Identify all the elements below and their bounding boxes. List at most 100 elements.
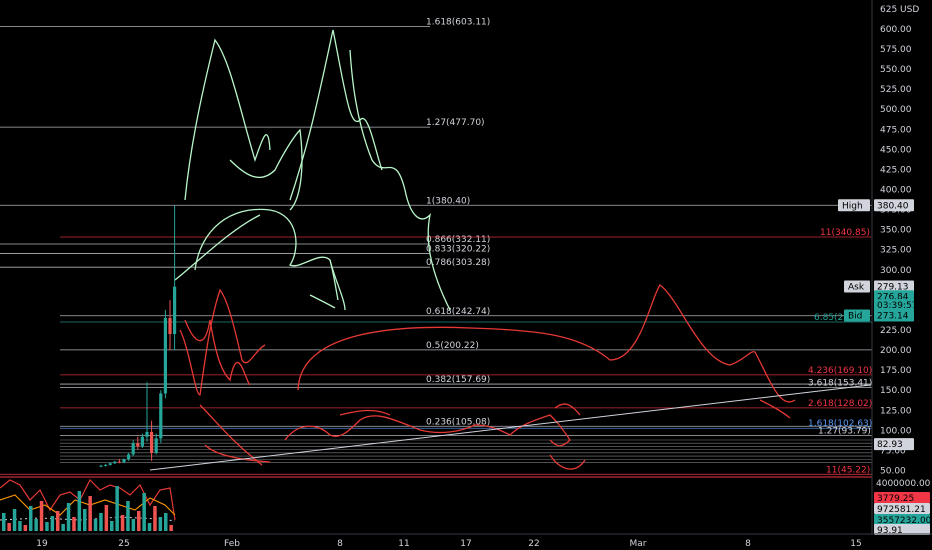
fib-level-label: 11(45.22) <box>826 465 870 475</box>
fib-level-label: 0.618(242.74) <box>426 307 490 317</box>
candle-body <box>127 454 131 460</box>
price-tick-label: 300.00 <box>880 266 912 276</box>
indicator-tag-value: 972581.21 <box>877 505 926 515</box>
volume-bar <box>153 506 157 531</box>
price-tick-label: 225.00 <box>880 326 912 336</box>
price-tick-label: 350.00 <box>880 226 912 236</box>
volume-bar <box>72 517 76 531</box>
price-tick-label: 600.00 <box>880 25 912 35</box>
volume-bar <box>18 521 22 531</box>
time-tick-label: 11 <box>398 539 409 549</box>
volume-bar <box>99 513 103 531</box>
volume-bar <box>50 516 55 531</box>
price-tag-label: Bid <box>848 312 862 322</box>
fib-level-label: 0.382(157.69) <box>426 375 490 385</box>
volume-bar <box>45 522 49 531</box>
time-tick-label: 8 <box>745 539 751 549</box>
chart-background <box>0 0 932 550</box>
price-tick-label: 150.00 <box>880 386 912 396</box>
fib-level-label: 1.618(603.11) <box>426 17 490 27</box>
volume-bar <box>137 511 141 531</box>
price-tick-label: 200.00 <box>880 346 912 356</box>
volume-bar <box>23 525 28 531</box>
price-tag-label: Ask <box>848 283 865 293</box>
price-tick-label: 125.00 <box>880 406 912 416</box>
candle-body <box>108 463 112 465</box>
volume-bar <box>115 486 119 531</box>
volume-bar <box>29 506 33 531</box>
volume-bar <box>88 496 92 531</box>
price-tick-label: 175.00 <box>880 366 912 376</box>
candle-body <box>159 393 163 439</box>
price-tick-label: 550.00 <box>880 65 912 75</box>
price-tick-label: 325.00 <box>880 246 912 256</box>
volume-bar <box>126 501 130 531</box>
fib-level-label: 2.618(128.02) <box>808 399 872 409</box>
volume-bar <box>110 521 114 531</box>
time-tick-label: Feb <box>224 539 240 549</box>
volume-bar <box>120 515 125 531</box>
fib-level-label: 0.866(332.11) <box>426 235 490 245</box>
volume-bar <box>169 525 173 531</box>
price-tag-label: High <box>842 201 863 211</box>
price-tag-value: 82.93 <box>877 440 903 450</box>
time-tick-label: 25 <box>118 539 129 549</box>
volume-bar <box>39 501 44 531</box>
fib-level-label: 0.833(320.22) <box>426 245 490 255</box>
volume-bar <box>131 519 136 531</box>
price-tick-label: 100.00 <box>880 426 912 436</box>
candle-body <box>104 464 108 466</box>
indicator-tag-value: 3779.25 <box>877 494 914 504</box>
price-tick-label: 475.00 <box>880 125 912 135</box>
time-tick-label: 17 <box>460 539 471 549</box>
candle-body <box>163 317 167 394</box>
price-tick-label: 450.00 <box>880 145 912 155</box>
candle-body <box>154 438 158 453</box>
time-tick-label: 15 <box>850 539 861 549</box>
price-tick-label: 425.00 <box>880 165 912 175</box>
candle-body <box>150 431 154 453</box>
volume-bar <box>61 524 65 531</box>
volume-bar <box>164 513 168 531</box>
price-tick-label: 525.00 <box>880 85 912 95</box>
volume-bar <box>83 509 87 531</box>
candle-body <box>136 443 140 447</box>
candle-body <box>168 317 172 335</box>
candle-body <box>140 436 144 447</box>
volume-bar <box>142 493 146 531</box>
fib-level-label: 0.5(200.22) <box>426 341 479 351</box>
volume-bar <box>12 509 17 531</box>
volume-bar <box>77 491 82 531</box>
volume-bar <box>34 519 38 531</box>
volume-bar <box>56 511 60 531</box>
candle-body <box>117 461 121 463</box>
candle-body <box>99 465 103 467</box>
time-tick-label: 19 <box>36 539 48 549</box>
price-tag-value: 380.40 <box>877 201 909 211</box>
candle-body <box>131 443 135 455</box>
fib-level-label: 1.27(93.79) <box>818 426 871 436</box>
volume-bar <box>2 513 6 531</box>
fib-level-label: 0.786(303.28) <box>426 258 490 268</box>
volume-bar <box>66 503 71 531</box>
volume-bar <box>7 523 11 531</box>
fib-level-label: 1(380.40) <box>426 196 470 206</box>
time-tick-label: 22 <box>528 539 539 549</box>
price-chart[interactable]: 1.618(603.11) 1.27(477.70) 1(380.40) 0.866(… <box>0 0 932 550</box>
price-tick-label: 575.00 <box>880 45 912 55</box>
candle-body <box>122 459 126 463</box>
fib-level-label: 11(340.85) <box>820 228 870 238</box>
time-tick-label: 8 <box>337 539 343 549</box>
time-tick-label: Mar <box>630 539 647 549</box>
price-tick-label: 400.00 <box>880 186 912 196</box>
volume-bar <box>93 519 98 531</box>
candle-body <box>173 286 177 335</box>
volume-bar <box>104 505 109 531</box>
fib-level-label: 3.618(153.41) <box>808 378 872 388</box>
price-tick-label: 50.00 <box>880 467 906 477</box>
candle-body <box>145 431 149 437</box>
candle-body <box>113 461 117 464</box>
indicator-tick-label: 4000000.00 <box>876 479 931 489</box>
price-tag-value: 273.14 <box>877 312 909 322</box>
price-tick-label-top: 625 USD <box>880 5 919 15</box>
